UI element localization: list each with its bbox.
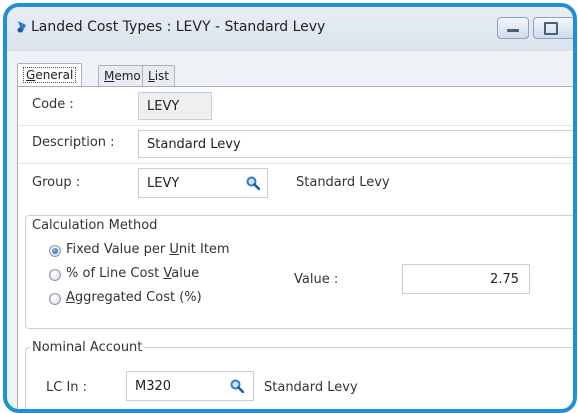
group-lookup-icon[interactable] <box>246 176 260 190</box>
tab-general-label: General <box>23 67 77 83</box>
radio-fixed-value[interactable] <box>49 245 61 257</box>
lc-in-lookup-icon[interactable] <box>230 379 244 393</box>
radio-line-cost-value-label[interactable]: % of Line Cost Value <box>66 266 199 281</box>
code-label: Code : <box>32 97 74 112</box>
maximize-icon <box>544 22 558 35</box>
title-bar[interactable]: Landed Cost Types : LEVY - Standard Levy <box>7 7 573 51</box>
nominal-account-title: Nominal Account <box>30 340 145 355</box>
tab-list-label: List <box>148 69 169 83</box>
radio-aggregated-cost-label[interactable]: Aggregated Cost (%) <box>66 290 202 305</box>
group-field-value: LEVY <box>147 176 180 191</box>
minimize-button[interactable] <box>497 17 529 39</box>
radio-line-cost-value[interactable] <box>49 269 61 281</box>
radio-aggregated-cost[interactable] <box>49 293 61 305</box>
description-label: Description : <box>32 135 115 150</box>
code-field: LEVY <box>138 92 212 120</box>
description-row: Description : Standard Levy <box>18 125 573 164</box>
general-panel: Code : LEVY Description : Standard Levy … <box>17 86 573 409</box>
lc-in-name: Standard Levy <box>264 380 358 395</box>
lc-in-field-value: M320 <box>135 379 172 394</box>
window-title: Landed Cost Types : LEVY - Standard Levy <box>31 19 326 35</box>
code-row: Code : LEVY <box>18 87 573 126</box>
window-frame: Landed Cost Types : LEVY - Standard Levy… <box>3 3 577 413</box>
tab-general[interactable]: General <box>17 63 83 87</box>
group-row: Group : LEVY Standard Levy <box>18 163 573 205</box>
lc-in-label: LC In : <box>46 380 88 395</box>
group-name: Standard Levy <box>296 175 390 190</box>
tab-memo[interactable]: Memo <box>98 65 147 86</box>
value-label: Value : <box>294 272 339 287</box>
radio-fixed-value-label[interactable]: Fixed Value per Unit Item <box>66 242 230 257</box>
tab-list[interactable]: List <box>142 65 175 86</box>
value-field[interactable]: 2.75 <box>402 264 530 294</box>
app-icon <box>17 21 26 33</box>
description-field[interactable]: Standard Levy <box>138 130 573 158</box>
minimize-icon <box>507 29 519 32</box>
maximize-button[interactable] <box>533 17 573 39</box>
calculation-method-title: Calculation Method <box>30 218 160 233</box>
group-label: Group : <box>32 175 81 190</box>
tab-memo-label: Memo <box>104 69 141 83</box>
